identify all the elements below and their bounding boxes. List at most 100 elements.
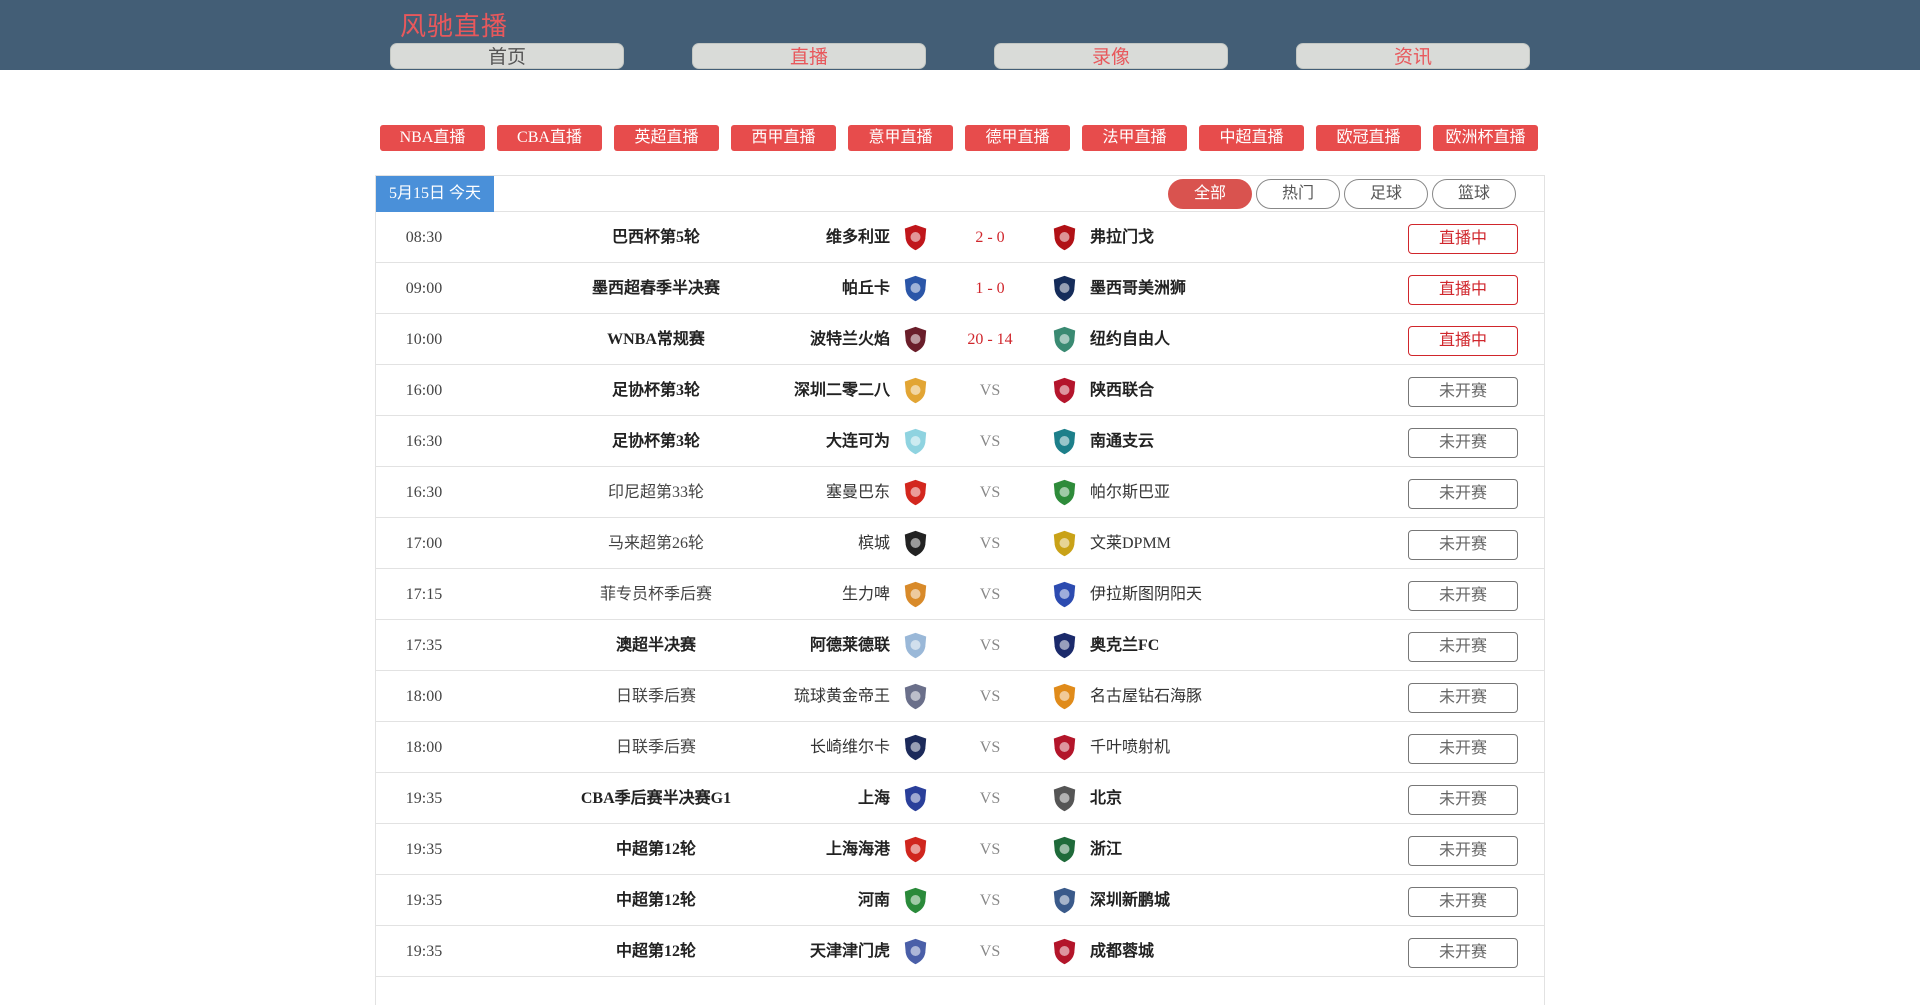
league-euro-button[interactable]: 欧洲杯直播 (1433, 125, 1538, 151)
not-started-button[interactable]: 未开赛 (1408, 887, 1518, 917)
nav-news[interactable]: 资讯 (1296, 43, 1530, 69)
home-team-name[interactable]: 天津津门虎 (810, 926, 890, 977)
away-team-name[interactable]: 帕尔斯巴亚 (1090, 467, 1170, 518)
portland-fire-icon (900, 324, 931, 355)
match-league: 马来超第26轮 (607, 535, 704, 552)
not-started-button[interactable]: 未开赛 (1408, 683, 1518, 713)
not-started-button[interactable]: 未开赛 (1408, 530, 1518, 560)
not-started-button[interactable]: 未开赛 (1408, 377, 1518, 407)
away-team-name[interactable]: 奥克兰FC (1090, 620, 1159, 671)
away-team-name[interactable]: 伊拉斯图阴阳天 (1090, 569, 1202, 620)
san-miguel-icon (900, 579, 931, 610)
home-team-name[interactable]: 维多利亚 (826, 212, 890, 263)
site-logo[interactable]: 风驰直播 (400, 6, 508, 43)
not-started-button[interactable]: 未开赛 (1408, 938, 1518, 968)
match-score: VS (979, 535, 1001, 552)
home-team-name[interactable]: 塞曼巴东 (826, 467, 890, 518)
nav-home[interactable]: 首页 (390, 43, 624, 69)
match-score: VS (979, 841, 1001, 858)
not-started-button[interactable]: 未开赛 (1408, 785, 1518, 815)
home-team-name[interactable]: 生力啤 (842, 569, 890, 620)
away-team-name[interactable]: 弗拉门戈 (1090, 212, 1154, 263)
match-time: 17:15 (405, 586, 443, 603)
away-team-name[interactable]: 纽约自由人 (1090, 314, 1170, 365)
match-row[interactable]: 19:35 CBA季后赛半决赛G1 上海 VS 北京 未开赛 (376, 773, 1544, 824)
live-status-button[interactable]: 直播中 (1408, 326, 1518, 356)
home-team-name[interactable]: 长崎维尔卡 (810, 722, 890, 773)
not-started-button[interactable]: 未开赛 (1408, 836, 1518, 866)
match-score: 20 - 14 (967, 331, 1013, 348)
match-row[interactable]: 17:15 菲专员杯季后赛 生力啤 VS 伊拉斯图阴阳天 未开赛 (376, 569, 1544, 620)
shanghai-sharks-icon (900, 783, 931, 814)
away-team-name[interactable]: 深圳新鹏城 (1090, 875, 1170, 926)
match-row[interactable]: 18:00 日联季后赛 长崎维尔卡 VS 千叶喷射机 未开赛 (376, 722, 1544, 773)
match-row[interactable]: 16:00 足协杯第3轮 深圳二零二八 VS 陕西联合 未开赛 (376, 365, 1544, 416)
not-started-button[interactable]: 未开赛 (1408, 428, 1518, 458)
away-team-name[interactable]: 千叶喷射机 (1090, 722, 1170, 773)
nav-replay[interactable]: 录像 (994, 43, 1228, 69)
date-tab[interactable]: 5月15日 今天 (376, 176, 494, 212)
match-row[interactable]: 16:30 足协杯第3轮 大连可为 VS 南通支云 未开赛 (376, 416, 1544, 467)
away-team-name[interactable]: 陕西联合 (1090, 365, 1154, 416)
league-epl-button[interactable]: 英超直播 (614, 125, 719, 151)
home-team-name[interactable]: 阿德莱德联 (810, 620, 890, 671)
away-team-name[interactable]: 成都蓉城 (1090, 926, 1154, 977)
home-team-name[interactable]: 槟城 (858, 518, 890, 569)
not-started-button[interactable]: 未开赛 (1408, 734, 1518, 764)
match-row[interactable]: 19:35 中超第12轮 河南 VS 深圳新鹏城 未开赛 (376, 875, 1544, 926)
match-row[interactable]: 19:35 中超第12轮 上海海港 VS 浙江 未开赛 (376, 824, 1544, 875)
filter-football[interactable]: 足球 (1344, 179, 1428, 209)
match-row[interactable]: 08:30 巴西杯第5轮 维多利亚 2 - 0 弗拉门戈 直播中 (376, 212, 1544, 263)
match-row[interactable]: 10:00 WNBA常规赛 波特兰火焰 20 - 14 纽约自由人 直播中 (376, 314, 1544, 365)
league-ligue1-button[interactable]: 法甲直播 (1082, 125, 1187, 151)
away-team-name[interactable]: 南通支云 (1090, 416, 1154, 467)
home-team-name[interactable]: 上海 (858, 773, 890, 824)
league-seriea-button[interactable]: 意甲直播 (848, 125, 953, 151)
league-bundesliga-button[interactable]: 德甲直播 (965, 125, 1070, 151)
home-team-name[interactable]: 河南 (858, 875, 890, 926)
match-row[interactable]: 17:00 马来超第26轮 槟城 VS 文莱DPMM 未开赛 (376, 518, 1544, 569)
match-time: 19:35 (405, 892, 443, 909)
live-status-button[interactable]: 直播中 (1408, 224, 1518, 254)
away-team-name[interactable]: 文莱DPMM (1090, 518, 1171, 569)
match-row[interactable]: 18:00 日联季后赛 琉球黄金帝王 VS 名古屋钻石海豚 未开赛 (376, 671, 1544, 722)
home-team-name[interactable]: 上海海港 (826, 824, 890, 875)
match-row[interactable]: 09:00 墨西超春季半决赛 帕丘卡 1 - 0 墨西哥美洲狮 直播中 (376, 263, 1544, 314)
match-row[interactable]: 17:35 澳超半决赛 阿德莱德联 VS 奥克兰FC 未开赛 (376, 620, 1544, 671)
league-cba-button[interactable]: CBA直播 (497, 125, 602, 151)
home-team-name[interactable]: 琉球黄金帝王 (794, 671, 890, 722)
home-team-name[interactable]: 波特兰火焰 (810, 314, 890, 365)
filter-hot[interactable]: 热门 (1256, 179, 1340, 209)
away-team-name[interactable]: 名古屋钻石海豚 (1090, 671, 1202, 722)
match-row[interactable]: 19:35 中超第12轮 天津津门虎 VS 成都蓉城 未开赛 (376, 926, 1544, 977)
league-laliga-button[interactable]: 西甲直播 (731, 125, 836, 151)
ny-liberty-icon (1049, 324, 1080, 355)
match-league: 日联季后赛 (615, 739, 696, 756)
live-status-button[interactable]: 直播中 (1408, 275, 1518, 305)
match-time: 19:35 (405, 943, 443, 960)
filter-basketball[interactable]: 篮球 (1432, 179, 1516, 209)
filter-all[interactable]: 全部 (1168, 179, 1252, 209)
league-csl-button[interactable]: 中超直播 (1199, 125, 1304, 151)
home-team-name[interactable]: 大连可为 (826, 416, 890, 467)
match-time: 16:30 (405, 433, 443, 450)
away-team-name[interactable]: 浙江 (1090, 824, 1122, 875)
nav-live[interactable]: 直播 (692, 43, 926, 69)
penang-icon (900, 528, 931, 559)
league-nba-button[interactable]: NBA直播 (380, 125, 485, 151)
match-league: 足协杯第3轮 (611, 433, 700, 450)
away-team-name[interactable]: 北京 (1090, 773, 1122, 824)
match-time: 17:35 (405, 637, 443, 654)
away-team-name[interactable]: 墨西哥美洲狮 (1090, 263, 1186, 314)
league-ucl-button[interactable]: 欧冠直播 (1316, 125, 1421, 151)
home-team-name[interactable]: 帕丘卡 (842, 263, 890, 314)
not-started-button[interactable]: 未开赛 (1408, 632, 1518, 662)
not-started-button[interactable]: 未开赛 (1408, 581, 1518, 611)
not-started-button[interactable]: 未开赛 (1408, 479, 1518, 509)
pumas-crest-icon (1049, 273, 1080, 304)
match-score: VS (979, 688, 1001, 705)
home-team-name[interactable]: 深圳二零二八 (794, 365, 890, 416)
match-time: 16:00 (405, 382, 443, 399)
match-score: VS (979, 739, 1001, 756)
match-row[interactable]: 16:30 印尼超第33轮 塞曼巴东 VS 帕尔斯巴亚 未开赛 (376, 467, 1544, 518)
